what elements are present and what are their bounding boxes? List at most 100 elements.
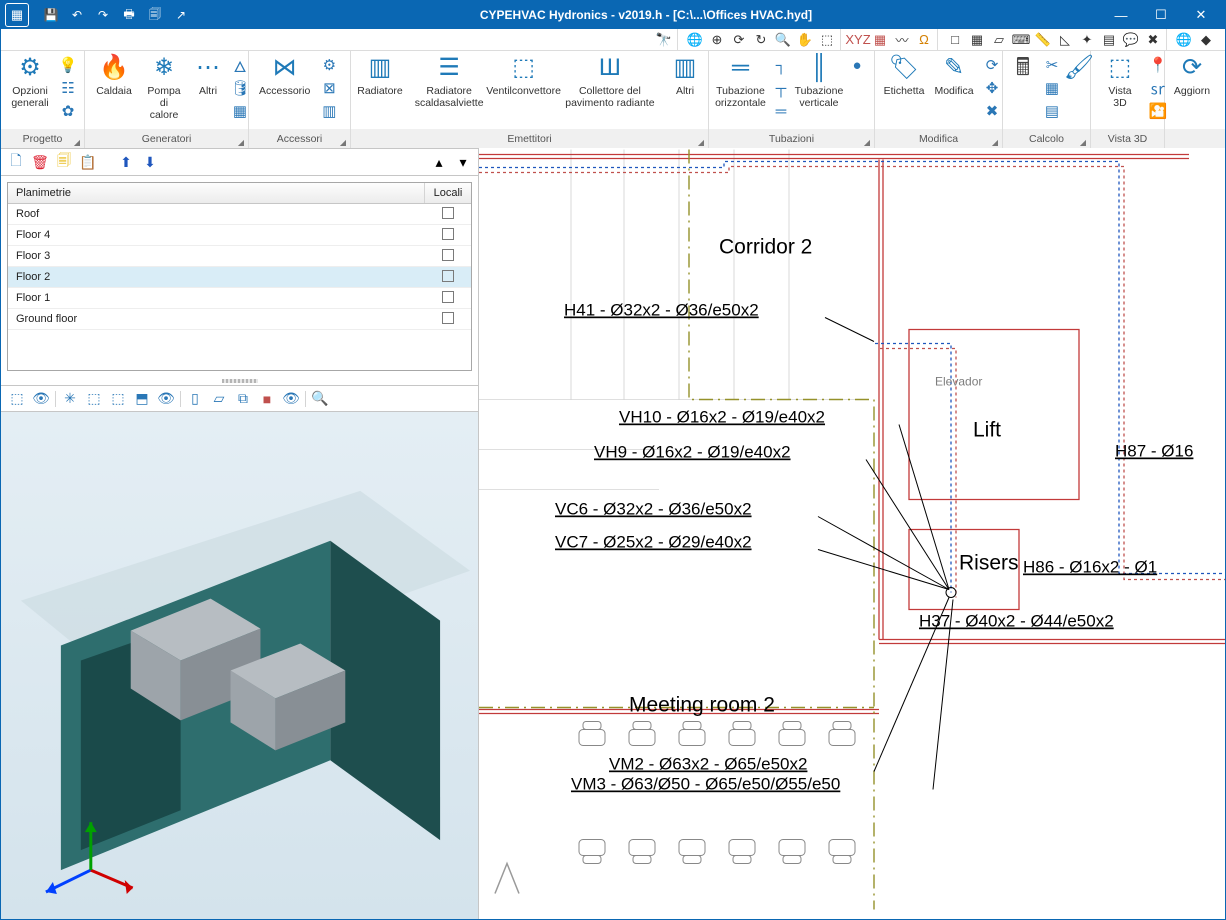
view3d-area[interactable] — [1, 412, 478, 919]
emettitori-altri-button[interactable]: ▥ Altri — [666, 53, 704, 127]
ventil-button[interactable]: ⬚ Ventilconvettore — [493, 53, 554, 127]
globe-arrow-icon[interactable]: 🌐 — [686, 31, 704, 49]
motor-icon[interactable]: ⚙ — [318, 55, 340, 75]
export-icon[interactable]: ↗ — [171, 5, 191, 25]
paste-icon[interactable]: 📋 — [79, 153, 97, 171]
radscald-button[interactable]: ☰ Radiatore scaldasalviette — [405, 53, 493, 127]
vista3d-button[interactable]: ⬚ Vista 3D — [1095, 53, 1145, 127]
chk-floor3[interactable] — [442, 249, 454, 261]
hsel-icon[interactable]: ⬒ — [132, 389, 152, 409]
col-planimetrie[interactable]: Planimetrie — [8, 183, 425, 203]
chk-roof[interactable] — [442, 207, 454, 219]
delete-doc-icon[interactable]: 🗑 — [31, 153, 49, 171]
print-icon[interactable]: 🖶 — [119, 5, 139, 25]
idea-icon[interactable]: 💡 — [57, 55, 79, 75]
layers-icon[interactable]: 🗐 — [145, 5, 165, 25]
row-ground[interactable]: Ground floor — [8, 309, 471, 330]
delete-icon[interactable]: ✖ — [981, 101, 1003, 121]
hand-icon[interactable]: ✋ — [796, 31, 814, 49]
keyboard-icon[interactable]: ⌨ — [1012, 31, 1030, 49]
undo-icon[interactable]: ↶ — [67, 5, 87, 25]
copy-icon[interactable]: 🗐 — [55, 153, 73, 171]
scissors-icon[interactable]: ✂ — [1041, 55, 1063, 75]
collapse-down-icon[interactable]: ▾ — [454, 153, 472, 171]
wave-icon[interactable]: 〰 — [893, 31, 911, 49]
tank-icon[interactable]: 🛢 — [229, 78, 251, 98]
globe-icon[interactable]: ⊕ — [708, 31, 726, 49]
chk-floor2[interactable] — [442, 270, 454, 282]
axes-icon[interactable]: ✳ — [60, 389, 80, 409]
doc-icon[interactable]: ☷ — [57, 78, 79, 98]
manifold-icon[interactable]: ▥ — [318, 101, 340, 121]
section-icon[interactable]: ▯ — [185, 389, 205, 409]
maximize-button[interactable]: ☐ — [1141, 1, 1181, 29]
col-locali[interactable]: Locali — [425, 183, 471, 203]
move-icon[interactable]: ✥ — [981, 78, 1003, 98]
save-icon[interactable]: 💾 — [41, 5, 61, 25]
rotate-icon[interactable]: ⟳ — [981, 55, 1003, 75]
valve2-icon[interactable]: ⊠ — [318, 78, 340, 98]
row-floor2[interactable]: Floor 2 — [8, 267, 471, 288]
chk-floor4[interactable] — [442, 228, 454, 240]
tub-vert-button[interactable]: ║ Tubazione verticale — [794, 53, 844, 127]
chk-floor1[interactable] — [442, 291, 454, 303]
selection-icon[interactable]: ⬚ — [108, 389, 128, 409]
drawing-pane[interactable]: Corridor 2 Lift Elevador Risers Meeting … — [479, 148, 1225, 919]
caldaia-button[interactable]: 🔥 Caldaia — [89, 53, 139, 127]
ruler-icon[interactable]: 📏 — [1034, 31, 1052, 49]
row-roof[interactable]: Roof — [8, 204, 471, 225]
pipe-split-icon[interactable]: ┬ — [770, 78, 792, 98]
eye-proj-icon[interactable]: 👁 — [31, 389, 51, 409]
close-button[interactable]: ✕ — [1181, 1, 1221, 29]
pompa-button[interactable]: ❄ Pompa di calore — [139, 53, 189, 127]
radiator-mini-icon[interactable]: ▦ — [229, 101, 251, 121]
gear-mini-icon[interactable]: ✿ — [57, 101, 79, 121]
row-floor4[interactable]: Floor 4 — [8, 225, 471, 246]
opzioni-generali-button[interactable]: ⚙ Opzioni generali — [5, 53, 55, 127]
plane-icon[interactable]: ▱ — [209, 389, 229, 409]
pipe-cap-icon[interactable]: ● — [846, 55, 868, 75]
modifica-button[interactable]: ✎ Modifica — [929, 53, 979, 127]
horizontal-splitter[interactable] — [1, 377, 478, 385]
aggiorna-button[interactable]: ⟳ Aggiorn — [1169, 53, 1215, 127]
page-icon[interactable]: ▤ — [1100, 31, 1118, 49]
etichetta-button[interactable]: 🏷 Etichetta — [879, 53, 929, 127]
tub-horiz-button[interactable]: ═ Tubazione orizzontale — [713, 53, 768, 127]
refresh-icon[interactable]: ↻ — [752, 31, 770, 49]
collettore-button[interactable]: Ш Collettore del pavimento radiante — [554, 53, 666, 127]
new-doc-icon[interactable]: 🗋 — [7, 153, 25, 171]
magnet-icon[interactable]: Ω — [915, 31, 933, 49]
angle-icon[interactable]: ◺ — [1056, 31, 1074, 49]
grid-second-icon[interactable]: ▦ — [871, 31, 889, 49]
grid-icon[interactable]: ▦ — [968, 31, 986, 49]
cube2-icon[interactable]: ⬚ — [84, 389, 104, 409]
square-icon[interactable]: □ — [946, 31, 964, 49]
xyz-icon[interactable]: XYZ — [849, 31, 867, 49]
pin-icon[interactable]: ✦ — [1078, 31, 1096, 49]
tools-icon[interactable]: ✖ — [1144, 31, 1162, 49]
calcolo-button1[interactable]: 🖩 — [1007, 53, 1039, 127]
visibility-icon[interactable]: 👁 — [281, 389, 301, 409]
move-up-icon[interactable]: ⬆ — [117, 153, 135, 171]
minimize-button[interactable]: — — [1101, 1, 1141, 29]
search-icon[interactable]: 🔍 — [310, 389, 330, 409]
accessorio-button[interactable]: ⋈ Accessorio — [253, 53, 316, 127]
row-floor3[interactable]: Floor 3 — [8, 246, 471, 267]
perspective-icon[interactable]: ▱ — [990, 31, 1008, 49]
calcolo-button2[interactable]: 🖌 — [1065, 53, 1093, 127]
pipe-colors-icon[interactable]: ═ — [770, 101, 792, 121]
select-box-icon[interactable]: ⬚ — [818, 31, 836, 49]
pipe-bend-icon[interactable]: ┐ — [770, 55, 792, 75]
radiatore-button[interactable]: ▥ Radiatore — [355, 53, 405, 127]
speech-icon[interactable]: 💬 — [1122, 31, 1140, 49]
loop-icon[interactable]: ⟳ — [730, 31, 748, 49]
collapse-up-icon[interactable]: ▴ — [430, 153, 448, 171]
heater-icon[interactable]: 🜂 — [229, 55, 251, 75]
row-floor1[interactable]: Floor 1 — [8, 288, 471, 309]
eye2-icon[interactable]: 👁 — [156, 389, 176, 409]
view3d-icon[interactable]: ⬚ — [7, 389, 27, 409]
chk-ground[interactable] — [442, 312, 454, 324]
calc3-icon[interactable]: ▤ — [1041, 101, 1063, 121]
zoom-icon[interactable]: 🔍 — [774, 31, 792, 49]
help-globe-icon[interactable]: 🌐 — [1175, 31, 1193, 49]
